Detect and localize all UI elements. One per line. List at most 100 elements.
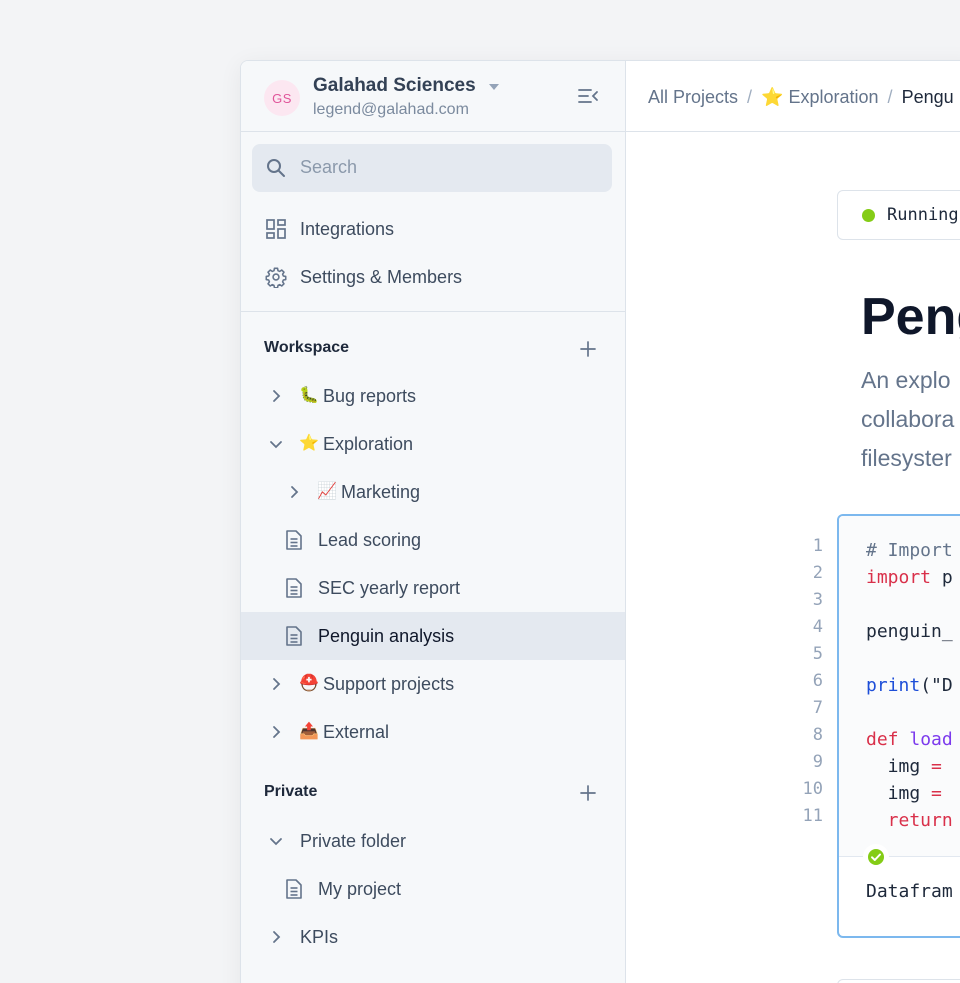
workspace-name[interactable]: Galahad Sciences bbox=[313, 75, 476, 97]
workspace-avatar[interactable]: GS bbox=[264, 80, 300, 116]
chevron-right-icon[interactable] bbox=[267, 723, 285, 741]
success-check-icon bbox=[863, 844, 889, 870]
description-line: filesyster bbox=[861, 445, 952, 471]
check-circle-icon bbox=[868, 849, 884, 865]
description-line: An explo bbox=[861, 367, 951, 393]
tree-item-support-projects[interactable]: ⛑️ Support projects bbox=[241, 660, 625, 708]
search-input[interactable]: Search bbox=[252, 144, 612, 192]
search-icon bbox=[267, 159, 285, 177]
breadcrumb-separator: / bbox=[887, 86, 893, 107]
tree-item-label: KPIs bbox=[300, 927, 339, 947]
chart-emoji-icon: 📈 bbox=[317, 483, 337, 500]
document-icon bbox=[286, 626, 302, 646]
code-text: img bbox=[866, 756, 932, 777]
breadcrumb-all-projects[interactable]: All Projects bbox=[648, 87, 738, 107]
line-number: 7 bbox=[812, 698, 823, 718]
status-dot bbox=[862, 209, 875, 222]
star-emoji-icon: ⭐ bbox=[299, 435, 319, 452]
code-builtin: print bbox=[866, 675, 921, 696]
nav-settings[interactable]: Settings & Members bbox=[241, 253, 625, 301]
bug-emoji-icon: 🐛 bbox=[299, 387, 319, 404]
code-keyword: import bbox=[866, 567, 932, 588]
collapse-sidebar-icon[interactable] bbox=[577, 85, 599, 107]
chevron-right-icon[interactable] bbox=[267, 675, 285, 693]
code-content[interactable]: # Import import p penguin_ print("D def l… bbox=[866, 537, 953, 834]
chevron-down-icon[interactable] bbox=[267, 832, 285, 850]
code-cell[interactable]: # Import import p penguin_ print("D def l… bbox=[837, 514, 960, 938]
code-function: load bbox=[909, 729, 953, 750]
page-description: An explo collabora filesyster bbox=[861, 361, 960, 478]
chevron-right-icon[interactable] bbox=[267, 387, 285, 405]
breadcrumb-current: Pengu bbox=[901, 86, 954, 107]
status-text: Running bbox=[887, 205, 959, 225]
code-text: img bbox=[866, 783, 932, 804]
tree-item-kpis[interactable]: KPIs bbox=[241, 913, 625, 961]
tree-item-label: Support projects bbox=[323, 674, 455, 694]
add-workspace-item-icon[interactable] bbox=[579, 340, 597, 358]
tree-item-exploration[interactable]: ⭐ Exploration bbox=[241, 420, 625, 468]
tree-item-label: Lead scoring bbox=[318, 530, 422, 550]
code-keyword: return bbox=[866, 810, 953, 831]
description-line: collabora bbox=[861, 406, 955, 432]
tree-item-label: Private folder bbox=[300, 831, 407, 851]
chevron-down-icon[interactable] bbox=[267, 435, 285, 453]
run-status-badge[interactable]: Running bbox=[837, 190, 960, 240]
tree-item-label: My project bbox=[318, 879, 402, 899]
star-emoji-icon: ⭐ bbox=[761, 86, 784, 107]
code-operator: = bbox=[931, 783, 942, 804]
line-numbers: 1 2 3 4 5 6 7 8 9 10 11 bbox=[796, 533, 823, 830]
helmet-emoji-icon: ⛑️ bbox=[299, 675, 319, 692]
tree-item-sec-yearly-report[interactable]: SEC yearly report bbox=[241, 564, 625, 612]
search-placeholder: Search bbox=[300, 157, 358, 177]
line-number: 5 bbox=[812, 644, 823, 664]
breadcrumb-exploration[interactable]: Exploration bbox=[788, 87, 878, 107]
section-title-private: Private bbox=[264, 783, 318, 800]
chevron-right-icon[interactable] bbox=[267, 928, 285, 946]
tree-item-penguin-analysis[interactable]: Penguin analysis bbox=[241, 612, 625, 660]
next-code-cell[interactable] bbox=[837, 979, 960, 983]
nav-label: Settings & Members bbox=[300, 267, 463, 287]
line-number: 1 bbox=[812, 536, 823, 556]
tree-item-lead-scoring[interactable]: Lead scoring bbox=[241, 516, 625, 564]
tree-item-external[interactable]: 📤 External bbox=[241, 708, 625, 756]
outbox-emoji-icon: 📤 bbox=[299, 723, 319, 740]
tree-item-label: Bug reports bbox=[323, 386, 417, 406]
tree-item-label: Exploration bbox=[323, 434, 414, 454]
tree-item-label: External bbox=[323, 722, 390, 742]
chevron-down-icon[interactable] bbox=[489, 84, 499, 90]
integrations-icon bbox=[266, 219, 286, 239]
code-text: p bbox=[931, 567, 953, 588]
chevron-right-icon[interactable] bbox=[285, 483, 303, 501]
code-editor[interactable]: # Import import p penguin_ print("D def l… bbox=[839, 516, 960, 856]
document-icon bbox=[286, 578, 302, 598]
main-content: All Projects / ⭐ Exploration / Pengu Running… bbox=[626, 61, 960, 983]
line-number: 8 bbox=[812, 725, 823, 745]
sidebar: GS Galahad Sciences legend@galahad.com S… bbox=[241, 61, 626, 983]
line-number: 2 bbox=[812, 563, 823, 583]
line-number: 11 bbox=[802, 806, 823, 826]
tree-item-bug-reports[interactable]: 🐛 Bug reports bbox=[241, 372, 625, 420]
tree-item-private-folder[interactable]: Private folder bbox=[241, 817, 625, 865]
nav-label: Integrations bbox=[300, 219, 395, 239]
line-number: 6 bbox=[812, 671, 823, 691]
tree-item-my-project[interactable]: My project bbox=[241, 865, 625, 913]
code-keyword: def bbox=[866, 729, 899, 750]
breadcrumb-separator: / bbox=[747, 86, 753, 107]
workspace-email: legend@galahad.com bbox=[313, 101, 469, 118]
line-number: 9 bbox=[812, 752, 823, 772]
breadcrumb: All Projects / ⭐ Exploration / Pengu bbox=[648, 86, 954, 108]
nav-integrations[interactable]: Integrations bbox=[241, 205, 625, 253]
code-operator: = bbox=[931, 756, 942, 777]
section-title-workspace: Workspace bbox=[264, 339, 350, 356]
code-line: # Import bbox=[866, 540, 953, 561]
code-line: penguin_ bbox=[866, 621, 953, 642]
app-window: GS Galahad Sciences legend@galahad.com S… bbox=[240, 60, 960, 983]
tree-item-label: Marketing bbox=[341, 482, 421, 502]
add-private-item-icon[interactable] bbox=[579, 784, 597, 802]
tree-item-label: SEC yearly report bbox=[318, 578, 461, 598]
page-title: Peng bbox=[861, 288, 960, 346]
document-icon bbox=[286, 530, 302, 550]
tree-item-marketing[interactable]: 📈 Marketing bbox=[241, 468, 625, 516]
workspace-header[interactable]: GS Galahad Sciences legend@galahad.com bbox=[241, 61, 625, 132]
document-icon bbox=[286, 879, 302, 899]
